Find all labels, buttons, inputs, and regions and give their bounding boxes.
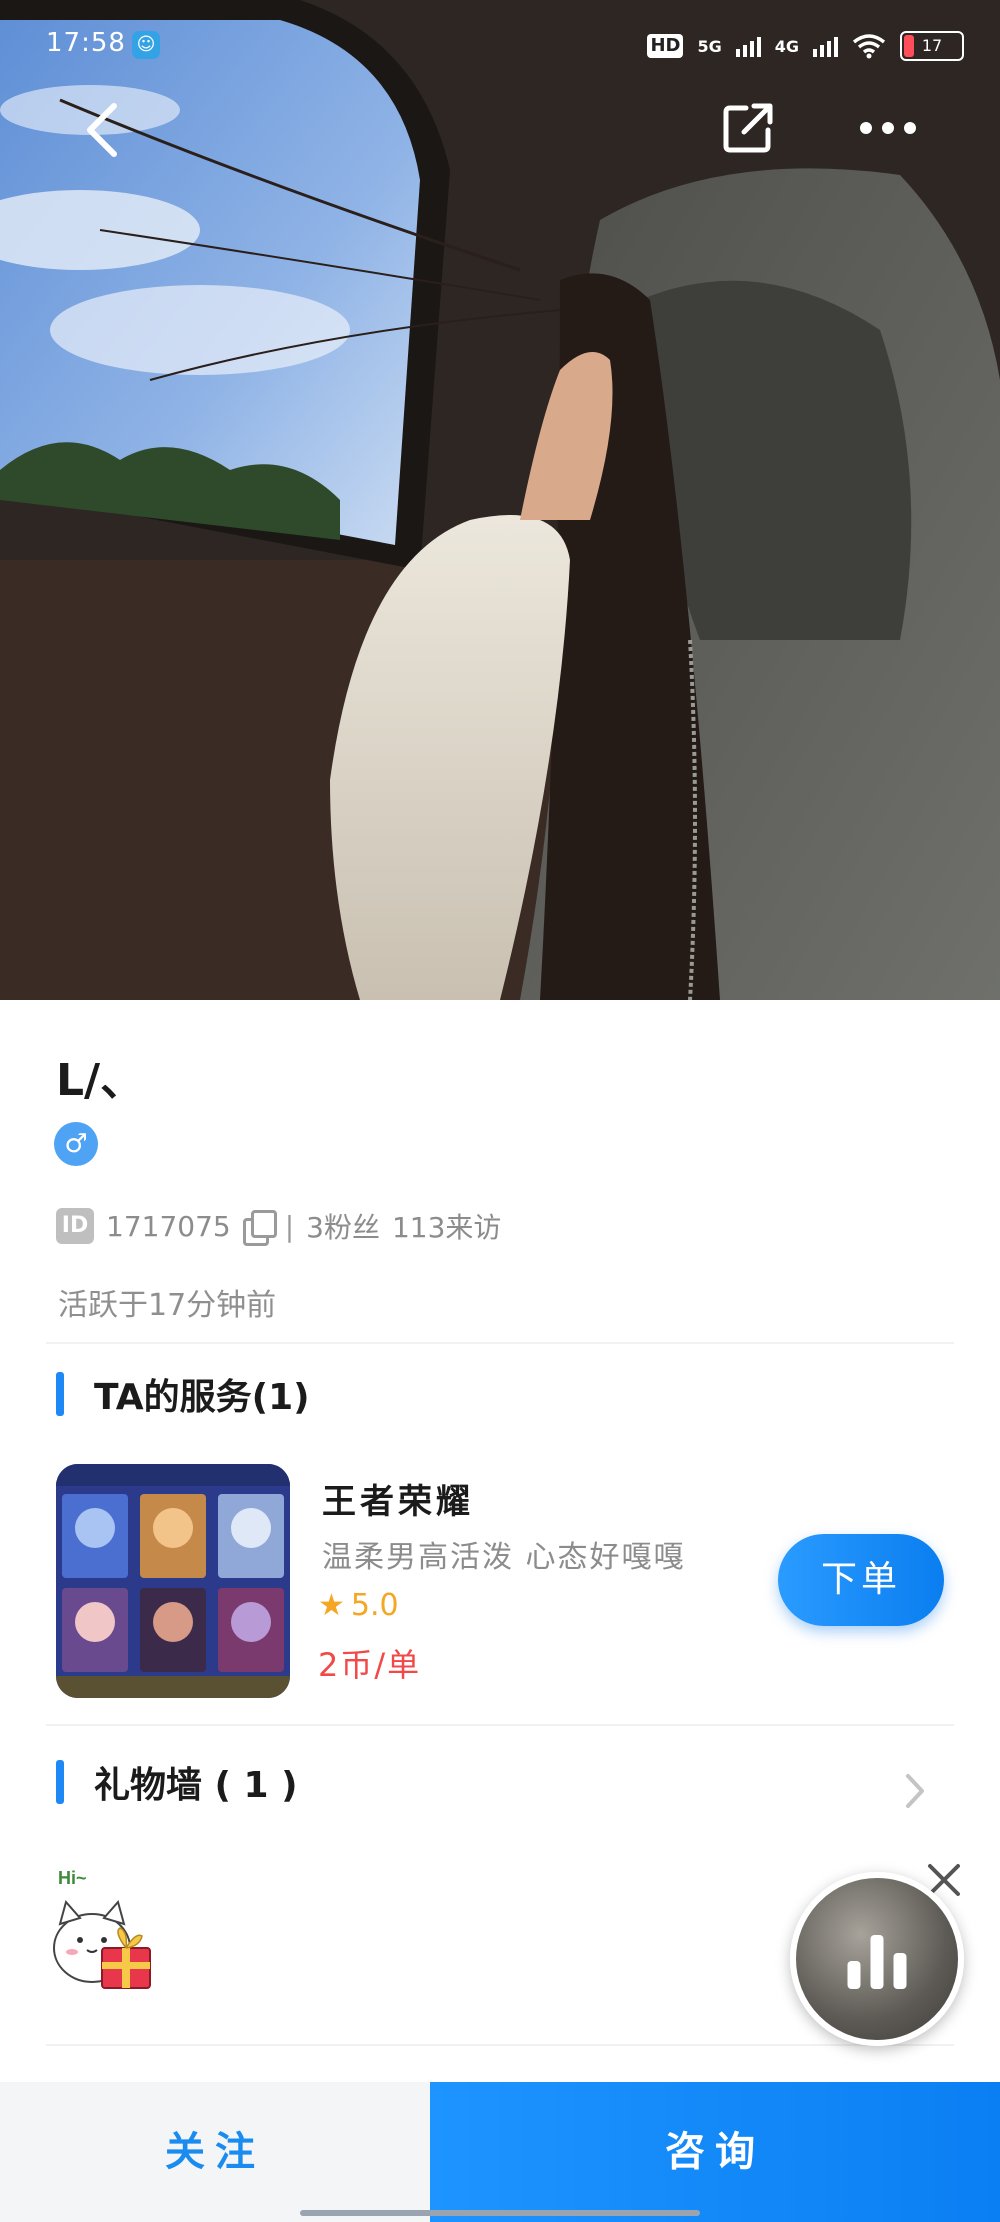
divider [46, 1342, 954, 1344]
service-game-name[interactable]: 王者荣耀 [322, 1474, 474, 1523]
battery-level: 17 [921, 36, 943, 55]
fans-count[interactable]: 3粉丝 [306, 1206, 380, 1246]
divider [46, 2044, 954, 2046]
network-4g-label: 4G [774, 36, 799, 56]
status-indicators: HD 5G 4G 17 [647, 28, 964, 64]
rating-value: 5.0 [350, 1588, 399, 1623]
user-nickname: L/、 [56, 1055, 145, 1106]
user-id: 1717075 [106, 1209, 231, 1243]
bottom-action-bar: 关注 咨询 [0, 2082, 1000, 2222]
profile-cover-photo [0, 0, 1000, 1000]
home-indicator[interactable] [300, 2210, 700, 2216]
consult-button[interactable]: 咨询 [430, 2082, 1000, 2222]
star-icon: ★ [318, 1588, 345, 1623]
game-cards-image [56, 1464, 290, 1698]
last-active-text: 活跃于17分钟前 [58, 1288, 277, 1323]
service-price: 2币/单 [318, 1646, 422, 1684]
cover-illustration [0, 0, 1000, 1000]
more-options-icon[interactable] [858, 110, 918, 146]
network-5g-label: 5G [697, 36, 722, 56]
share-icon[interactable] [720, 100, 776, 156]
chevron-right-icon[interactable] [900, 1768, 930, 1814]
gift-item[interactable]: Hi~ [50, 1862, 160, 1992]
follow-button[interactable]: 关注 [0, 2082, 430, 2222]
user-stats-row: ID 1717075 | 3粉丝 113来访 [56, 1206, 501, 1246]
status-bar: 17:58 ☺ HD 5G 4G 17 [0, 0, 1000, 90]
service-rating: ★ 5.0 [318, 1588, 399, 1623]
gift-hi-text: Hi~ [58, 1868, 87, 1888]
stats-separator: | [284, 1209, 295, 1243]
gift-wall-title-text: 礼物墙 ( 1 ) [94, 1765, 298, 1806]
services-title-text: TA的服务(1) [94, 1377, 310, 1418]
floating-voice-room-button[interactable] [790, 1872, 964, 2046]
services-section-title: TA的服务(1) [56, 1370, 310, 1418]
divider [46, 1724, 954, 1726]
app-notification-icon: ☺ [132, 31, 160, 59]
status-time: 17:58 [46, 28, 126, 58]
audio-bars-icon [847, 1929, 907, 1989]
wifi-icon [852, 34, 886, 59]
male-gender-icon: ♂ [54, 1122, 98, 1166]
signal-5g-icon [735, 35, 761, 57]
signal-4g-icon [813, 35, 838, 57]
service-thumbnail[interactable] [56, 1464, 290, 1698]
service-description: 温柔男高活泼 心态好嘎嘎 [322, 1540, 686, 1575]
section-accent-bar [56, 1760, 64, 1804]
order-button[interactable]: 下单 [778, 1534, 944, 1626]
back-arrow-icon[interactable] [80, 100, 124, 160]
battery-icon: 17 [900, 31, 964, 61]
gift-wall-section-title[interactable]: 礼物墙 ( 1 ) [56, 1758, 298, 1806]
copy-icon[interactable] [242, 1210, 277, 1246]
hd-voice-icon: HD [647, 34, 684, 58]
id-tag: ID [56, 1208, 94, 1244]
cat-gift-icon: Hi~ [53, 1868, 151, 1989]
visit-count[interactable]: 113来访 [392, 1206, 501, 1246]
section-accent-bar [56, 1372, 64, 1416]
